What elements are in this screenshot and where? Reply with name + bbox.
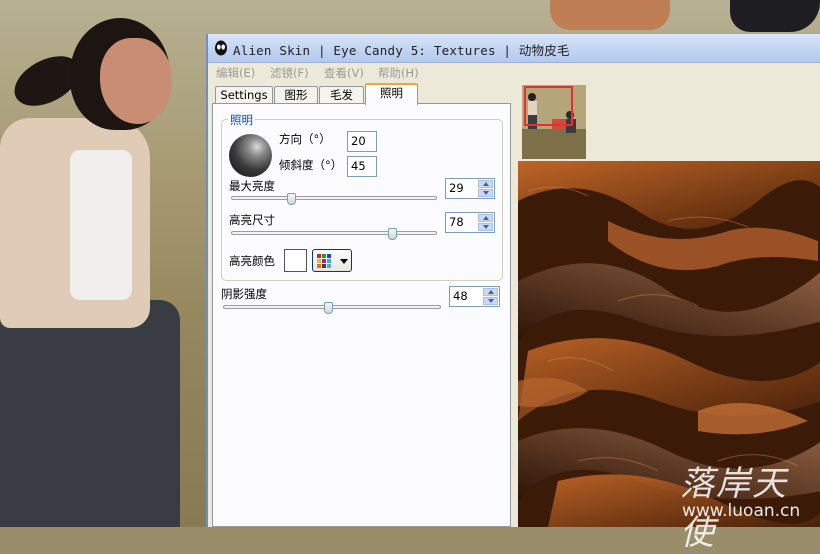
spin-down-button[interactable] <box>478 223 493 231</box>
highlight-size-track <box>231 231 437 235</box>
direction-field[interactable]: 20 <box>347 131 377 152</box>
menu-edit[interactable]: 编辑(E) <box>216 65 255 81</box>
window-title: Alien Skin | Eye Candy 5: Textures | 动物皮… <box>233 43 570 58</box>
highlight-color-label: 高亮颜色 <box>229 254 275 268</box>
tab-lighting[interactable]: 照明 <box>365 83 418 105</box>
inclination-field[interactable]: 45 <box>347 156 377 177</box>
highlight-color-swatch[interactable] <box>284 249 307 272</box>
spin-up-button[interactable] <box>478 214 493 222</box>
direction-label: 方向（°） <box>279 132 331 146</box>
navigator-area <box>520 83 820 206</box>
shadow-strength-label: 阴影强度 <box>221 287 267 301</box>
menu-view[interactable]: 查看(V) <box>324 65 364 81</box>
alien-skin-icon <box>215 40 227 56</box>
shadow-strength-value: 48 <box>453 289 468 303</box>
highlight-size-label: 高亮尺寸 <box>229 213 275 227</box>
highlight-size-value: 78 <box>449 215 464 229</box>
menu-filter[interactable]: 滤镜(F) <box>270 65 309 81</box>
lighting-group: 照明 方向（°） 20 倾斜度（°） 45 最大亮度 29 高亮尺寸 78 高亮… <box>221 112 503 281</box>
photo-jeans <box>0 300 180 527</box>
title-bar[interactable]: Alien Skin | Eye Candy 5: Textures | 动物皮… <box>208 34 820 63</box>
background-figure <box>730 0 820 32</box>
max-highlight-spinbox[interactable]: 29 <box>445 178 495 199</box>
watermark-url: www.luoan.cn <box>682 501 801 521</box>
spin-down-button[interactable] <box>483 297 498 305</box>
max-highlight-track <box>231 196 437 200</box>
palette-icon <box>317 254 331 268</box>
menu-bar: 编辑(E) 滤镜(F) 查看(V) 帮助(H) <box>208 62 820 82</box>
shadow-strength-spinbox[interactable]: 48 <box>449 286 500 307</box>
color-picker-dropdown[interactable] <box>312 249 352 272</box>
inclination-label: 倾斜度（°） <box>279 158 343 172</box>
eye-candy-window: Alien Skin | Eye Candy 5: Textures | 动物皮… <box>206 34 820 527</box>
max-highlight-label: 最大亮度 <box>229 179 275 193</box>
spin-up-button[interactable] <box>483 288 498 296</box>
lighting-group-title: 照明 <box>228 112 255 128</box>
lighting-tab-body: 照明 方向（°） 20 倾斜度（°） 45 最大亮度 29 高亮尺寸 78 高亮… <box>212 103 511 527</box>
tab-shape[interactable]: 图形 <box>274 86 318 104</box>
max-highlight-value: 29 <box>449 181 464 195</box>
settings-panel: Settings 图形 毛发 照明 照明 方向（°） 20 倾斜度（°） 45 … <box>210 82 513 527</box>
tab-hair[interactable]: 毛发 <box>319 86 364 104</box>
photo-face <box>100 38 172 124</box>
highlight-size-slider-thumb[interactable] <box>387 228 397 240</box>
menu-help[interactable]: 帮助(H) <box>378 65 419 81</box>
light-direction-sphere[interactable] <box>229 134 272 177</box>
background-figure <box>550 0 670 30</box>
tab-settings[interactable]: Settings <box>215 86 273 104</box>
shadow-strength-slider-thumb[interactable] <box>323 302 333 314</box>
chevron-down-icon <box>340 259 348 264</box>
photo-shirt <box>70 150 132 300</box>
highlight-size-spinbox[interactable]: 78 <box>445 212 495 233</box>
navigator-thumbnail[interactable] <box>522 85 586 159</box>
spin-up-button[interactable] <box>478 180 493 188</box>
viewport-frame[interactable] <box>524 86 573 126</box>
spin-down-button[interactable] <box>478 189 493 197</box>
max-highlight-slider-thumb[interactable] <box>286 193 296 205</box>
